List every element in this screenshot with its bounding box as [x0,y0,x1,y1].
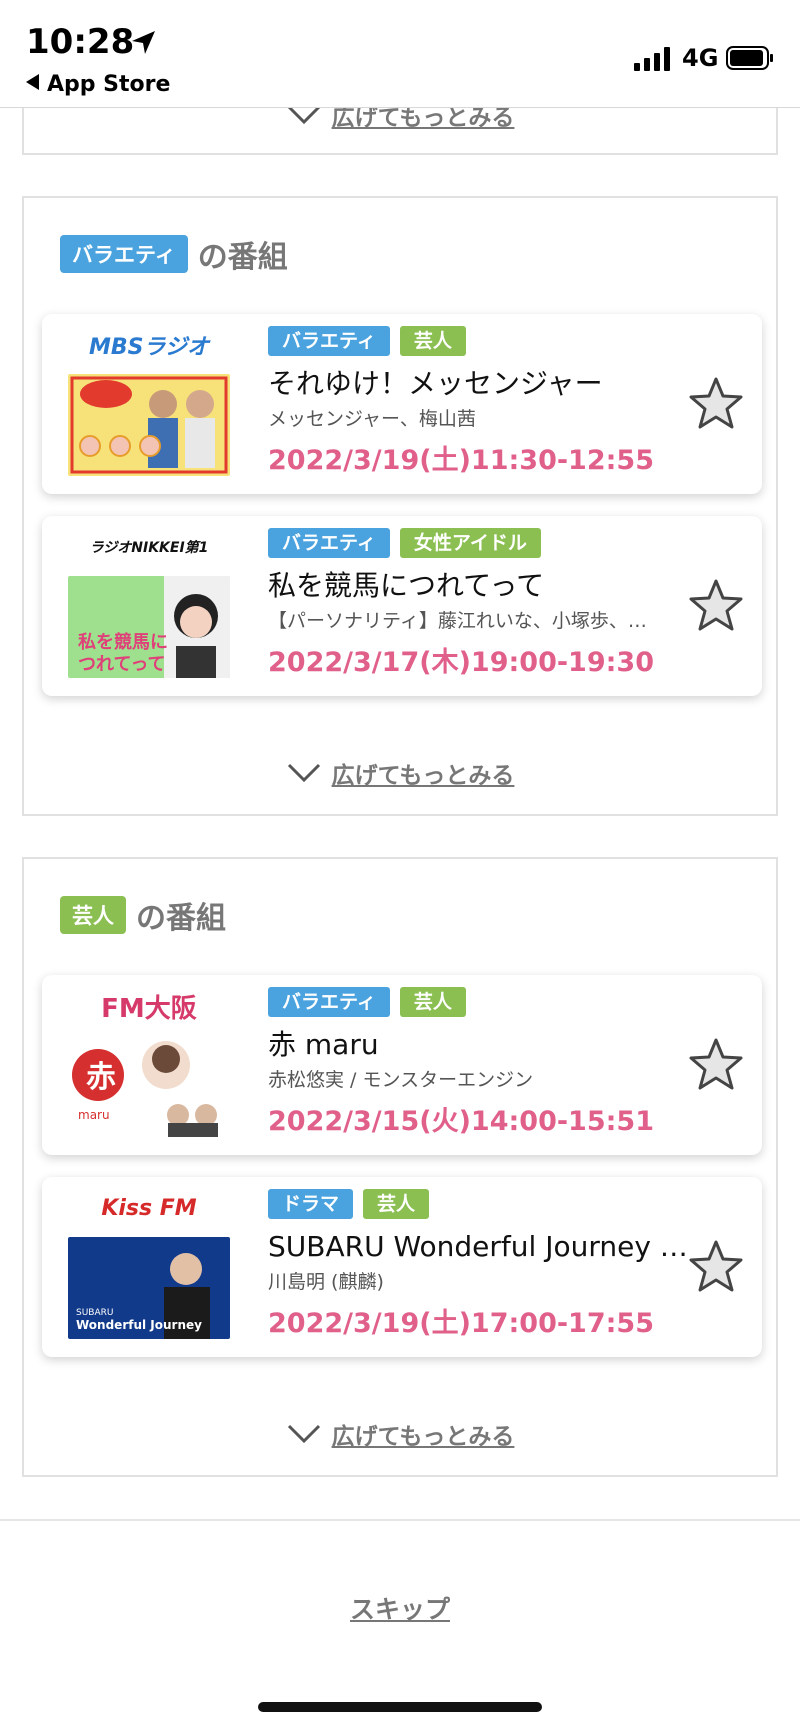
genre-tags: バラエティ 女性アイドル [268,528,551,558]
location-arrow-icon [132,31,155,54]
section-tag: 芸人 [60,896,126,934]
svg-text:私を競馬に: 私を競馬に [78,631,168,653]
svg-text:SUBARU: SUBARU [76,1308,113,1318]
program-title: 私を競馬につれてって [268,569,545,602]
expand-more-label: 広げてもっとみる [331,763,515,789]
divider [0,1519,800,1521]
section-header: バラエティ の番組 [60,232,288,276]
station-logo: FM大阪 [101,993,197,1024]
station-logo: ラジオNIKKEI第1 [89,540,209,556]
svg-text:つれてって: つれてって [78,654,165,675]
favorite-star-icon[interactable] [688,376,744,430]
program-title: SUBARU Wonderful Journey 土曜日のエウレカ [268,1230,688,1263]
favorite-star-icon[interactable] [688,1239,744,1293]
genre-tag: ドラマ [268,1189,354,1219]
svg-text:Wonderful Journey: Wonderful Journey [76,1318,202,1332]
program-datetime: 2022/3/15(火)14:00-15:51 [268,1106,655,1137]
chevron-down-icon [287,763,320,783]
program-cast: 赤松悠実 / モンスターエンジン [268,1069,534,1091]
section-variety: バラエティ の番組 MBSラジオ バラエティ 芸人 それゆけ！メッセンジャー メ… [22,196,778,816]
section-comedian: 芸人 の番組 FM大阪 赤 maru バラエティ 芸人 赤 maru 赤松悠実 … [22,857,778,1477]
battery-icon [726,46,773,70]
chevron-down-icon [287,1424,320,1444]
back-to-app-store[interactable]: App Store [26,72,170,97]
genre-tag: 芸人 [399,326,466,356]
back-label: App Store [47,72,171,97]
program-thumbnail: SUBARU Wonderful Journey [68,1237,230,1339]
expand-more-link[interactable]: 広げてもっとみる [24,756,776,790]
program-thumbnail: 赤 maru [68,1035,230,1137]
svg-text:maru: maru [78,1108,110,1122]
cellular-signal-icon [634,47,670,71]
station-logo: MBSラジオ [88,335,210,360]
program-title: それゆけ！メッセンジャー [268,367,603,400]
section-header: 芸人 の番組 [60,893,226,937]
section-title: の番組 [136,901,226,936]
program-title: 赤 maru [268,1028,379,1061]
network-type: 4G [682,44,719,72]
expand-more-link[interactable]: 広げてもっとみる [24,1417,776,1451]
program-thumbnail: 私を競馬に つれてって [68,576,230,678]
favorite-star-icon[interactable] [688,1037,744,1091]
genre-tag: 芸人 [363,1189,430,1219]
favorite-star-icon[interactable] [688,578,744,632]
home-indicator[interactable] [258,1702,542,1712]
program-cast: 【パーソナリティ】藤江れいな、小塚歩、… [268,610,647,632]
genre-tag: バラエティ [268,326,390,356]
program-cast: メッセンジャー、梅山茜 [268,408,476,430]
program-card[interactable]: Kiss FM SUBARU Wonderful Journey ドラマ 芸人 … [42,1177,762,1357]
program-card[interactable]: ラジオNIKKEI第1 私を競馬に つれてって バラエティ 女性アイドル 私を競… [42,516,762,696]
genre-tag: 芸人 [399,987,466,1017]
section-tag: バラエティ [60,235,188,273]
expand-more-label: 広げてもっとみる [331,1424,515,1450]
genre-tags: バラエティ 芸人 [268,326,476,356]
program-card[interactable]: FM大阪 赤 maru バラエティ 芸人 赤 maru 赤松悠実 / モンスター… [42,975,762,1155]
status-bar: 10:28 App Store 4G [0,0,800,108]
program-thumbnail [68,374,230,476]
program-datetime: 2022/3/19(土)11:30-12:55 [268,445,655,476]
skip-link[interactable]: スキップ [0,1590,800,1626]
program-datetime: 2022/3/17(木)19:00-19:30 [268,647,655,678]
back-arrow-icon [26,74,39,90]
genre-tag: 女性アイドル [399,528,541,558]
clock: 10:28 [26,22,135,62]
station-logo: Kiss FM [101,1195,197,1221]
program-datetime: 2022/3/19(土)17:00-17:55 [268,1308,655,1339]
program-cast: 川島明 (麒麟) [268,1271,384,1293]
section-title: の番組 [197,240,288,275]
genre-tags: バラエティ 芸人 [268,987,476,1017]
genre-tag: バラエティ [268,528,390,558]
genre-tag: バラエティ [268,987,390,1017]
program-card[interactable]: MBSラジオ バラエティ 芸人 それゆけ！メッセンジャー メッセンジャー、梅山茜… [42,314,762,494]
svg-text:赤: 赤 [86,1060,116,1095]
genre-tags: ドラマ 芸人 [268,1189,439,1219]
